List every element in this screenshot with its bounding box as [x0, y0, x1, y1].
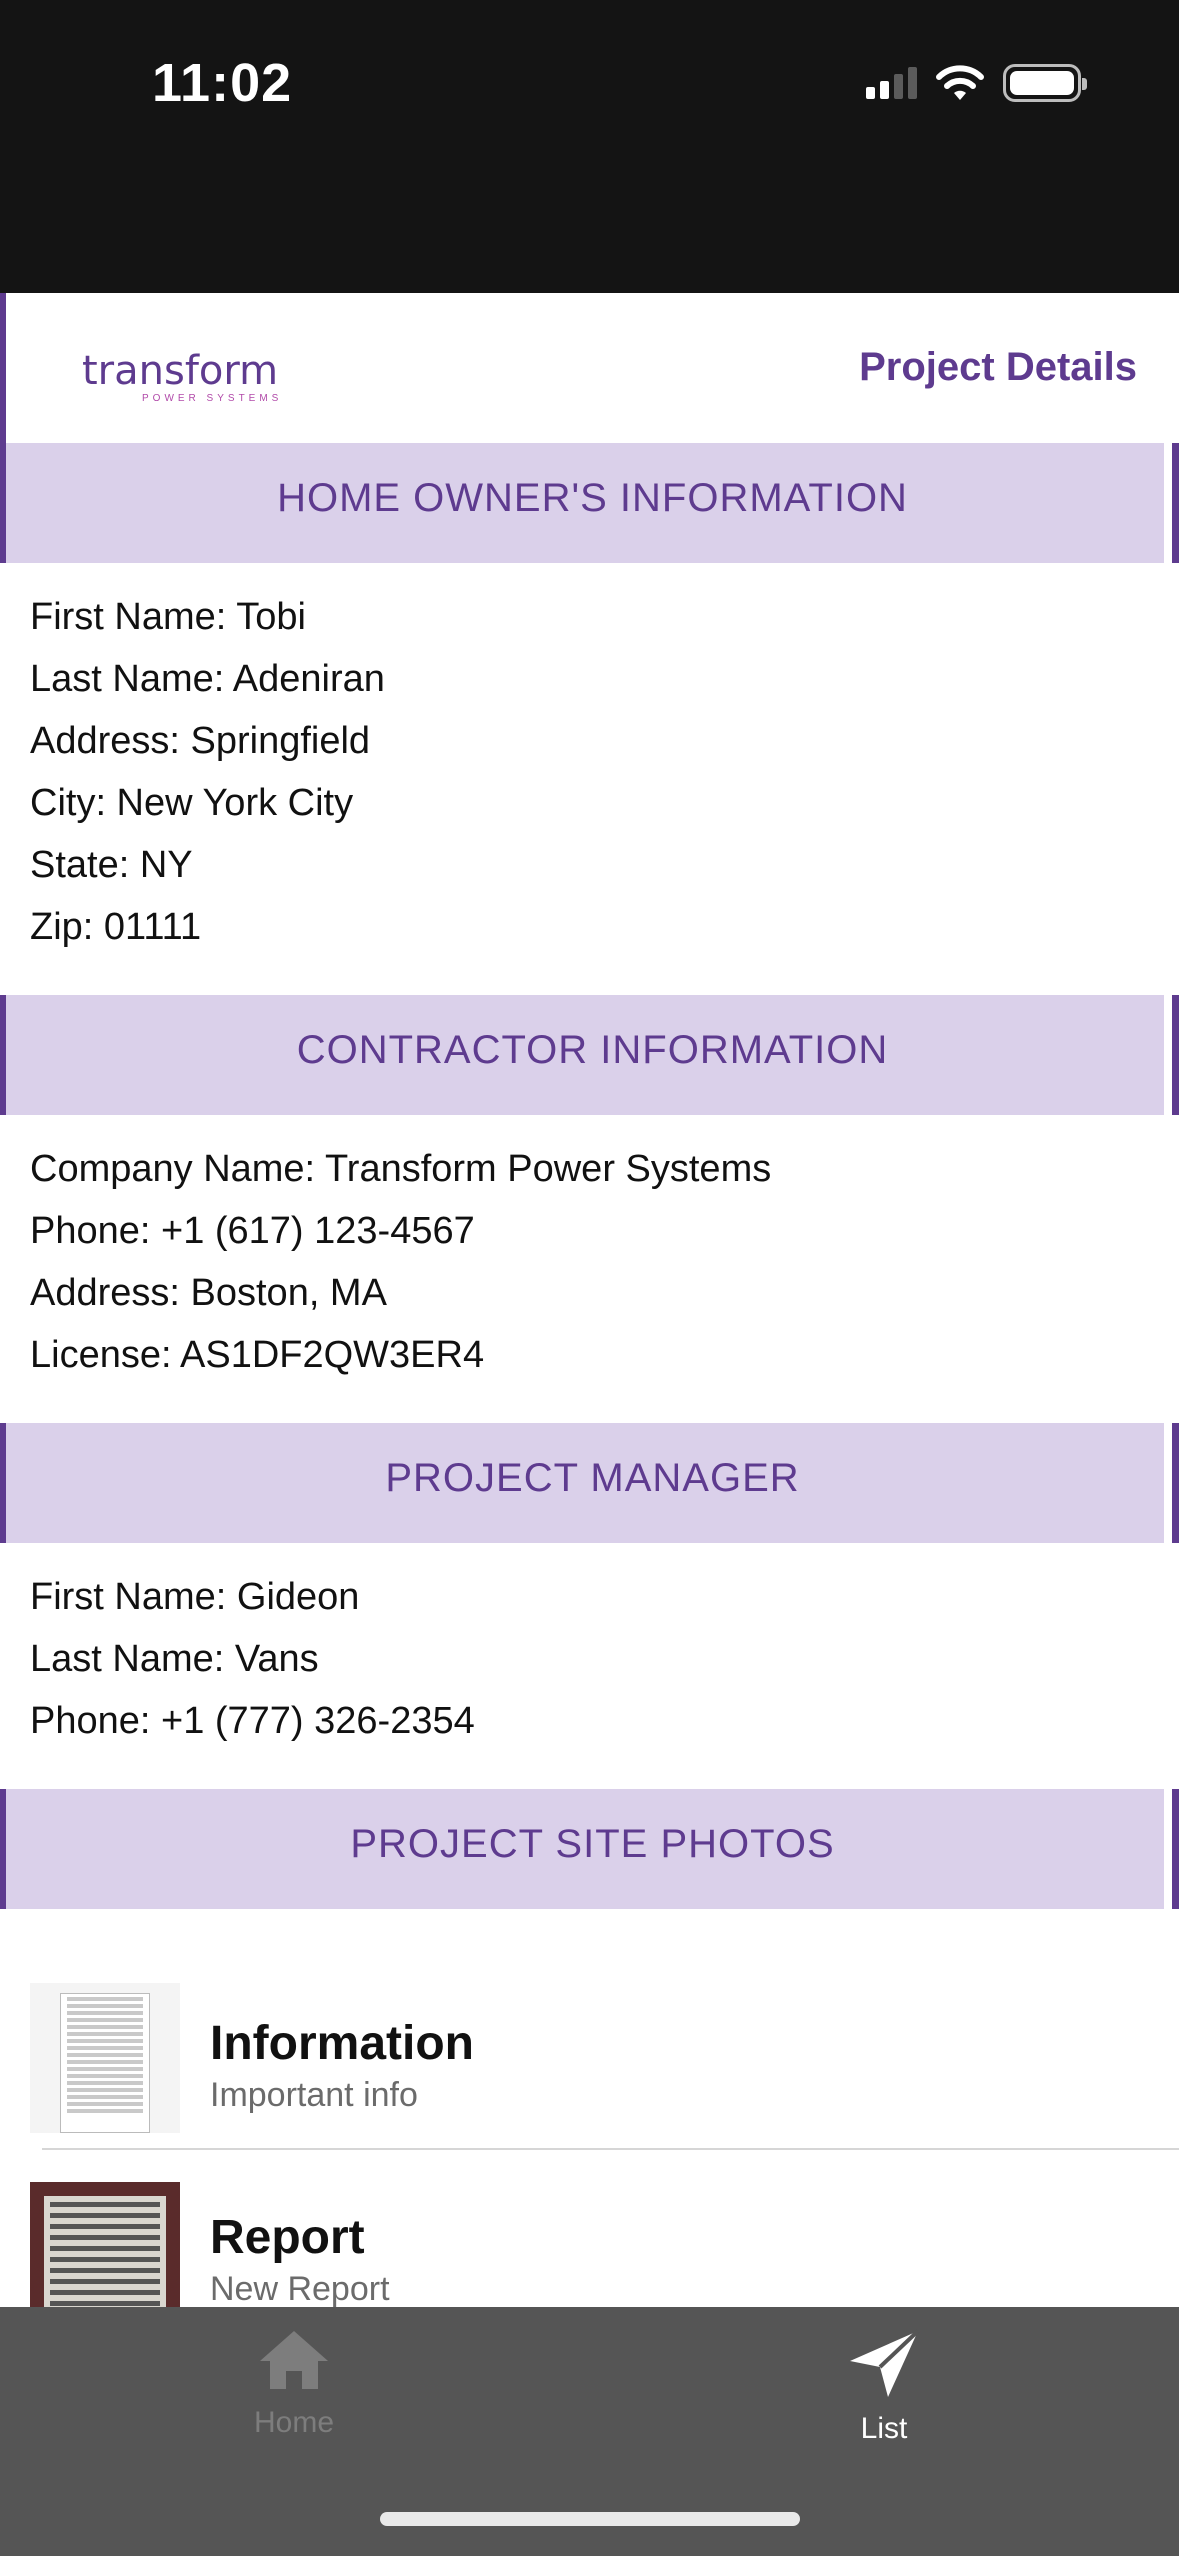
wifi-icon [936, 65, 984, 100]
section-header-site-photos: PROJECT SITE PHOTOS [0, 1789, 1179, 1909]
photo-item-title: Report [210, 2211, 365, 2264]
transform-logo: transform POWER SYSTEMS [82, 351, 282, 404]
status-icons [866, 64, 1087, 102]
home-owner-info: First Name: Tobi Last Name: Adeniran Add… [30, 586, 385, 958]
contractor-info: Company Name: Transform Power Systems Ph… [30, 1138, 771, 1386]
photo-list-item-information[interactable]: Information Important info [0, 1938, 1179, 2150]
section-title: CONTRACTOR INFORMATION [296, 1028, 889, 1072]
section-header-contractor: CONTRACTOR INFORMATION [0, 995, 1179, 1115]
manager-phone: Phone: +1 (777) 326-2354 [30, 1700, 475, 1742]
section-title: PROJECT MANAGER [385, 1456, 800, 1500]
section-title: PROJECT SITE PHOTOS [350, 1822, 835, 1866]
photo-item-subtitle: Important info [210, 2076, 418, 2114]
home-icon [260, 2331, 328, 2389]
send-icon [850, 2329, 920, 2397]
project-manager-info: First Name: Gideon Last Name: Vans Phone… [30, 1566, 475, 1752]
contractor-license: License: AS1DF2QW3ER4 [30, 1334, 485, 1376]
tab-home[interactable]: Home [144, 2327, 444, 2440]
home-owner-last-name: Last Name: Adeniran [30, 658, 385, 700]
contractor-company-name: Company Name: Transform Power Systems [30, 1148, 772, 1190]
photo-thumbnail [30, 1983, 180, 2133]
home-indicator[interactable] [380, 2512, 800, 2526]
home-owner-city: City: New York City [30, 782, 354, 824]
tab-list-label: List [860, 2412, 908, 2445]
photo-item-title: Information [210, 2017, 474, 2070]
home-owner-state: State: NY [30, 844, 193, 886]
tab-home-label: Home [253, 2406, 335, 2439]
home-owner-address: Address: Springfield [30, 720, 371, 762]
photo-item-subtitle: New Report [210, 2270, 390, 2308]
manager-last-name: Last Name: Vans [30, 1638, 319, 1680]
manager-first-name: First Name: Gideon [30, 1576, 360, 1618]
section-header-project-manager: PROJECT MANAGER [0, 1423, 1179, 1543]
home-owner-zip: Zip: 01111 [30, 906, 202, 948]
page-title: Project Details [859, 345, 1137, 389]
home-owner-first-name: First Name: Tobi [30, 596, 306, 638]
logo-subtext: POWER SYSTEMS [142, 393, 283, 404]
status-bar: 11:02 [0, 0, 1179, 293]
section-title: HOME OWNER'S INFORMATION [277, 476, 908, 520]
battery-icon [1003, 64, 1087, 102]
logo-text: transform [82, 348, 279, 394]
app-header: transform POWER SYSTEMS Project Details [0, 293, 1179, 443]
status-time: 11:02 [152, 53, 293, 113]
section-header-home-owner: HOME OWNER'S INFORMATION [0, 443, 1179, 563]
tab-list[interactable]: List [734, 2327, 1034, 2446]
contractor-address: Address: Boston, MA [30, 1272, 387, 1314]
cellular-signal-icon [866, 67, 917, 99]
contractor-phone: Phone: +1 (617) 123-4567 [30, 1210, 475, 1252]
